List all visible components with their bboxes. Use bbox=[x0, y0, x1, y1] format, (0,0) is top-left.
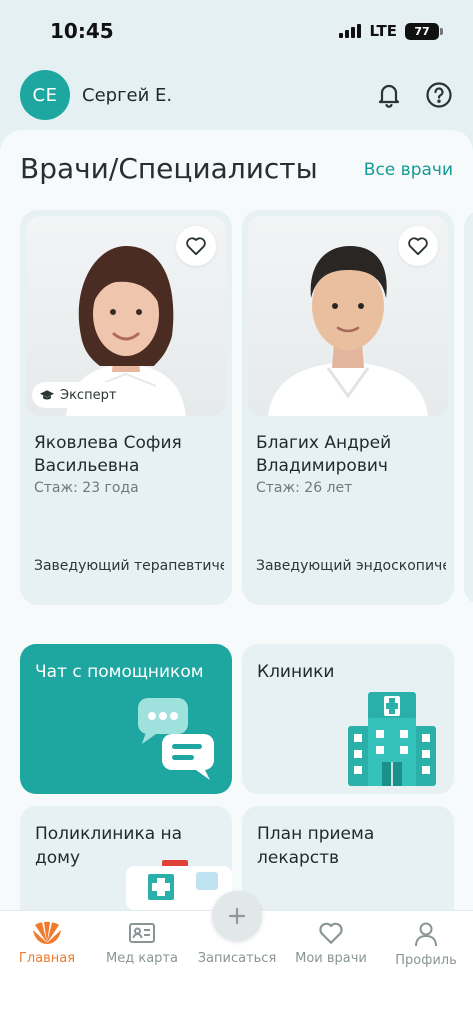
graduation-cap-icon bbox=[40, 389, 54, 399]
doctor-card[interactable]: Благих Андрей Владимирович Стаж: 26 лет … bbox=[242, 210, 454, 605]
all-doctors-link[interactable]: Все врачи bbox=[364, 160, 453, 180]
id-card-icon bbox=[129, 923, 155, 943]
help-icon[interactable] bbox=[425, 81, 453, 109]
doctor-experience: Стаж: 23 года bbox=[34, 480, 139, 496]
tile-label: Чат с помощником bbox=[35, 662, 204, 682]
doctors-carousel[interactable]: Эксперт Яковлева София Васильевна Стаж: … bbox=[20, 210, 473, 605]
plus-icon bbox=[228, 907, 246, 925]
doctor-photo bbox=[248, 216, 448, 416]
doctor-position: Заведующий эндоскопическим отд... bbox=[256, 558, 446, 574]
clinics-tile[interactable]: Клиники bbox=[242, 644, 454, 794]
profile-header: СЕ Сергей Е. bbox=[20, 70, 453, 120]
avatar-initials: СЕ bbox=[32, 84, 58, 106]
notifications-bell-icon[interactable] bbox=[375, 81, 403, 109]
favorite-heart-icon[interactable] bbox=[176, 226, 216, 266]
chat-assistant-tile[interactable]: Чат с помощником bbox=[20, 644, 232, 794]
doctor-card-partial[interactable] bbox=[464, 210, 473, 605]
hospital-building-icon bbox=[348, 692, 436, 786]
nav-my-doctors[interactable]: Мои врачи bbox=[286, 921, 376, 966]
nav-home-label: Главная bbox=[18, 951, 76, 966]
user-name[interactable]: Сергей Е. bbox=[82, 85, 172, 106]
nav-book-label: Записаться bbox=[197, 951, 277, 966]
main-content: Врачи/Специалисты Все врачи Эксперт Яков… bbox=[0, 130, 473, 910]
nav-medcard[interactable]: Мед карта bbox=[97, 921, 187, 966]
expert-badge: Эксперт bbox=[32, 382, 127, 408]
heart-icon bbox=[319, 922, 343, 944]
bottom-navigation: Главная Мед карта Записаться Мои врачи П… bbox=[0, 891, 473, 1024]
nav-my-doctors-label: Мои врачи bbox=[295, 951, 367, 966]
medication-plan-tile[interactable]: План приема лекарств bbox=[242, 806, 454, 910]
tile-label: План приема лекарств bbox=[257, 824, 375, 868]
doctor-experience: Стаж: 26 лет bbox=[256, 480, 353, 496]
shell-logo-icon bbox=[33, 921, 61, 944]
avatar[interactable]: СЕ bbox=[20, 70, 70, 120]
tile-label: Клиники bbox=[257, 662, 335, 682]
nav-medcard-label: Мед карта bbox=[106, 951, 178, 966]
doctor-photo: Эксперт bbox=[26, 216, 226, 416]
doctor-position: Заведующий терапевтическим отде... bbox=[34, 558, 224, 574]
battery-icon: 77 bbox=[405, 22, 443, 40]
signal-icon bbox=[339, 24, 362, 38]
nav-profile-label: Профиль bbox=[395, 953, 457, 968]
status-time: 10:45 bbox=[50, 19, 114, 43]
person-icon bbox=[415, 922, 437, 947]
status-bar: 10:45 LTE 77 bbox=[0, 0, 473, 62]
expert-badge-label: Эксперт bbox=[60, 387, 117, 403]
chat-bubbles-icon bbox=[138, 698, 214, 780]
doctor-name: Яковлева София Васильевна bbox=[34, 433, 182, 476]
favorite-heart-icon[interactable] bbox=[398, 226, 438, 266]
add-appointment-button[interactable] bbox=[212, 891, 262, 941]
doctor-card[interactable]: Эксперт Яковлева София Васильевна Стаж: … bbox=[20, 210, 232, 605]
nav-home[interactable]: Главная bbox=[2, 921, 92, 966]
network-type: LTE bbox=[369, 22, 397, 40]
section-title: Врачи/Специалисты bbox=[20, 152, 318, 185]
home-clinic-tile[interactable]: Поликлиника на дому bbox=[20, 806, 232, 910]
nav-profile[interactable]: Профиль bbox=[381, 921, 471, 968]
battery-level: 77 bbox=[414, 24, 430, 38]
doctor-name: Благих Андрей Владимирович bbox=[256, 433, 392, 476]
